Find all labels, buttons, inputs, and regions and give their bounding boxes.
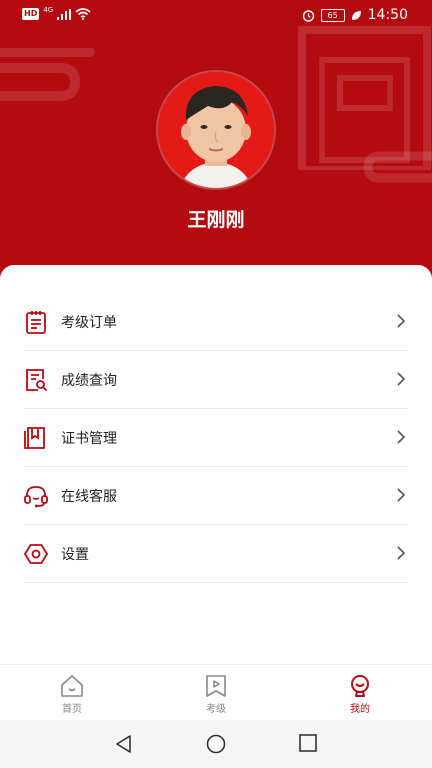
menu-item-label: 设置 [61, 546, 89, 563]
home-button-icon[interactable] [206, 734, 226, 754]
decorative-gate [298, 26, 431, 170]
bottom-nav: 首页 考级 我的 [0, 664, 432, 721]
chevron-right-icon [397, 314, 406, 328]
menu-item-exam-orders[interactable]: 考级订单 [24, 293, 408, 351]
nav-label: 我的 [350, 704, 370, 715]
menu-item-settings[interactable]: 设置 [24, 525, 408, 583]
chevron-right-icon [397, 546, 406, 560]
user-name: 王刚刚 [187, 209, 245, 231]
system-nav-bar [0, 720, 432, 768]
menu-card: 考级订单 成绩查询 证书管理 在线客服 设置 [0, 265, 432, 665]
nav-tab-mine[interactable]: 我的 [288, 665, 432, 721]
hexagon-settings-icon [24, 543, 48, 564]
play-bookmark-icon [206, 675, 226, 697]
recents-icon[interactable] [299, 734, 317, 752]
menu-item-score-query[interactable]: 成绩查询 [24, 351, 408, 409]
leaf-icon [351, 10, 361, 20]
status-bar: HD 4G 65 14:50 [0, 0, 432, 32]
signal-icon [57, 8, 72, 20]
network-type: 4G [43, 6, 54, 14]
nav-label: 首页 [62, 704, 82, 715]
status-time: 14:50 [367, 7, 408, 23]
profile-header: HD 4G 65 14:50 王刚刚 [0, 0, 432, 300]
chevron-right-icon [397, 430, 406, 444]
menu-item-label: 考级订单 [61, 314, 117, 331]
home-icon [61, 675, 83, 697]
clipboard-icon [26, 310, 46, 334]
menu-item-certificate-management[interactable]: 证书管理 [24, 409, 408, 467]
decorative-cloud-left [0, 48, 95, 101]
nav-label: 考级 [206, 704, 226, 715]
wifi-icon [75, 8, 91, 20]
avatar-photo [158, 72, 274, 188]
chevron-right-icon [397, 372, 406, 386]
menu-item-online-service[interactable]: 在线客服 [24, 467, 408, 525]
back-icon[interactable] [114, 734, 134, 754]
document-search-icon [26, 368, 48, 391]
menu-item-label: 在线客服 [61, 488, 117, 505]
hd-badge: HD [22, 8, 40, 20]
headset-icon [24, 485, 48, 507]
menu-list: 考级订单 成绩查询 证书管理 在线客服 设置 [24, 293, 408, 583]
alarm-icon [302, 9, 314, 22]
nav-tab-home[interactable]: 首页 [0, 665, 144, 721]
menu-item-label: 证书管理 [61, 430, 117, 447]
nav-tab-exam[interactable]: 考级 [144, 665, 288, 721]
menu-item-label: 成绩查询 [61, 372, 117, 389]
profile-icon [351, 675, 369, 697]
avatar[interactable] [158, 72, 274, 188]
certificate-book-icon [24, 426, 45, 449]
decorative-cloud-right [363, 151, 432, 183]
chevron-right-icon [397, 488, 406, 502]
battery-indicator: 65 [320, 8, 345, 22]
